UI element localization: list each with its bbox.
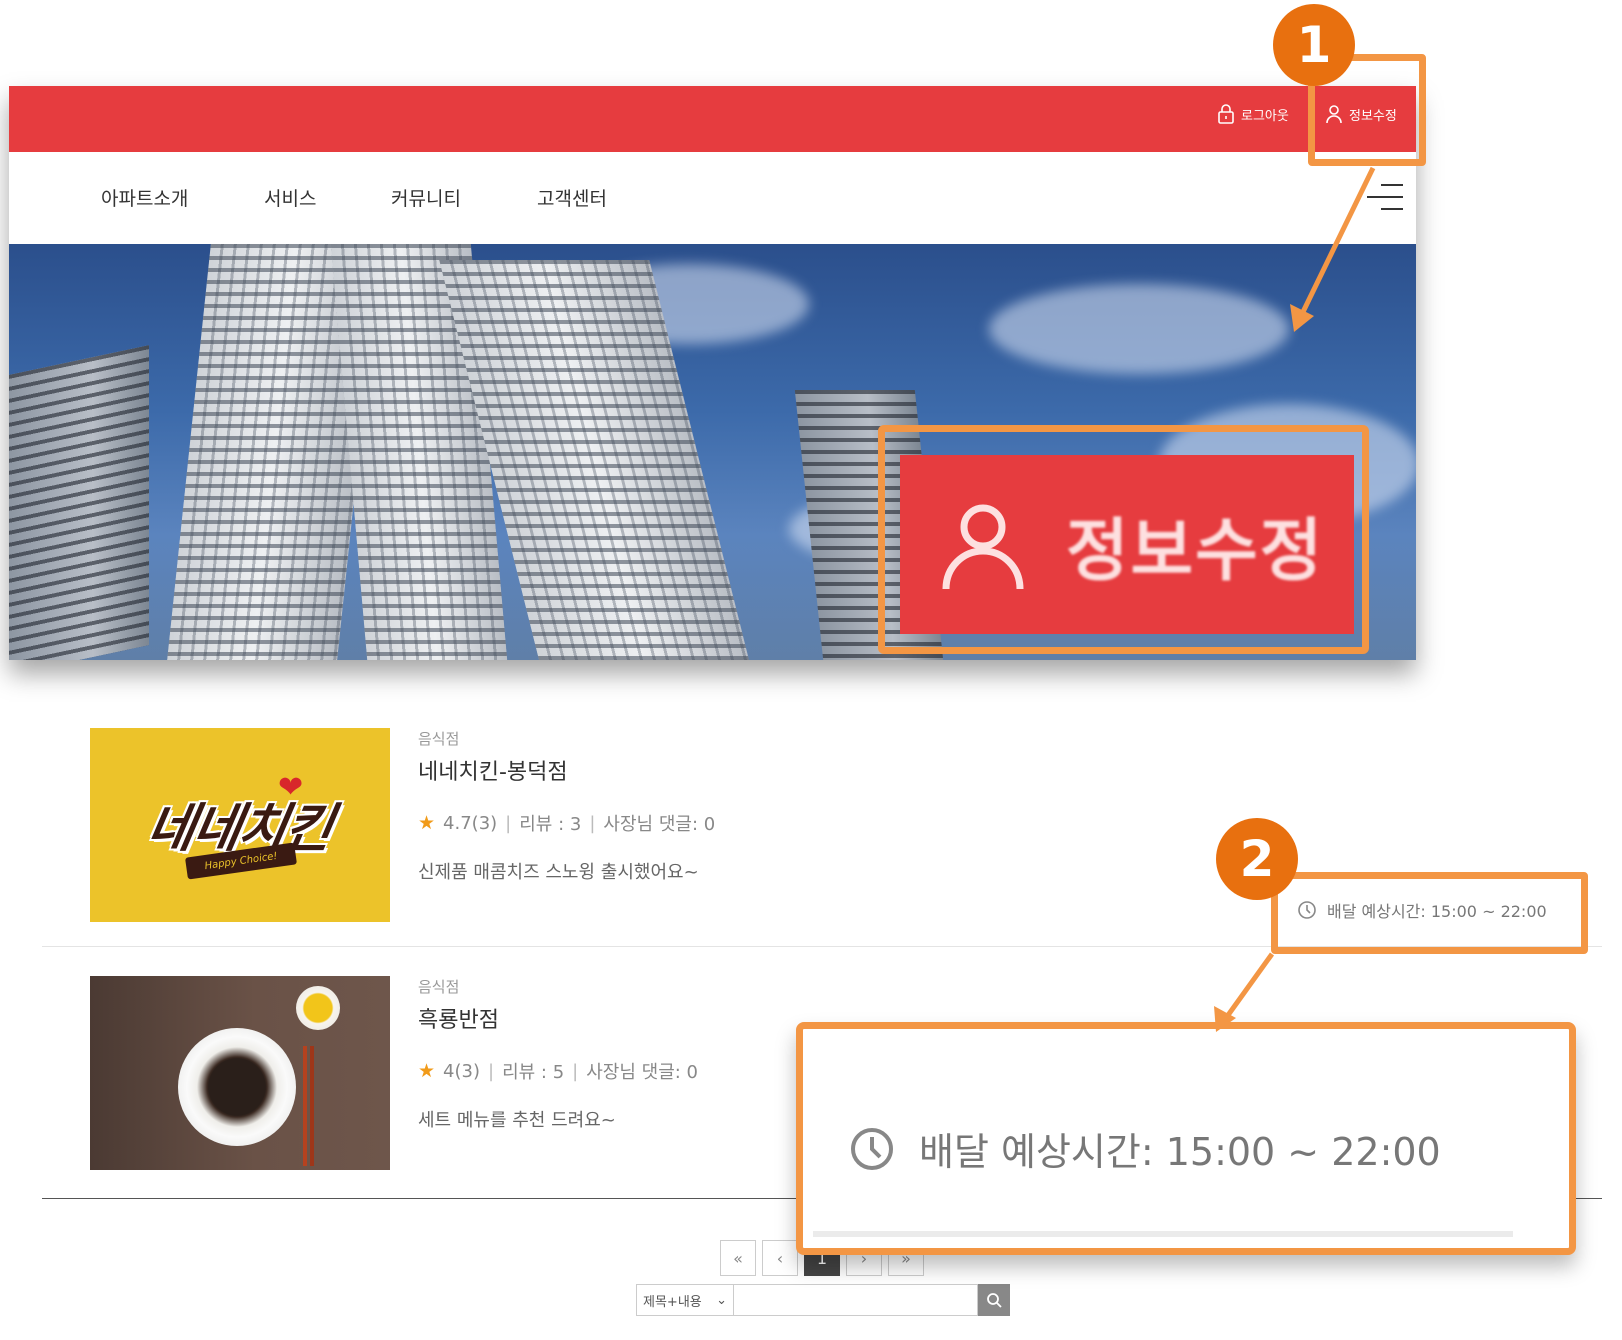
clock-icon — [851, 1127, 893, 1170]
zoomed-divider — [813, 1231, 1513, 1237]
highlight-box-delivery-time — [1271, 872, 1588, 954]
store-logo-image: ❤ 네네치킨 Happy Choice! — [90, 728, 390, 922]
zoomed-edit-profile-button: 정보수정 — [900, 455, 1354, 634]
search-icon — [987, 1293, 1002, 1308]
logout-label: 로그아웃 — [1241, 108, 1289, 124]
divider: | — [572, 1060, 579, 1082]
prev-page-button[interactable]: ‹ — [762, 1240, 798, 1276]
nav-item-community[interactable]: 커뮤니티 — [391, 184, 461, 211]
star-icon: ★ — [418, 812, 436, 834]
callout-zoom-edit-profile: 정보수정 — [878, 425, 1369, 654]
store-rating: 4.7(3) — [443, 812, 498, 834]
store-category: 음식점 — [418, 978, 460, 996]
store-owner-replies: 사장님 댓글: 0 — [586, 1062, 699, 1083]
zoomed-delivery-time-label: 배달 예상시간: 15:00 ~ 22:00 — [919, 1130, 1441, 1174]
store-food-image — [90, 976, 390, 1170]
store-meta: ★ 4(3) | 리뷰 : 5 | 사장님 댓글: 0 — [418, 1058, 698, 1084]
store-owner-replies: 사장님 댓글: 0 — [603, 814, 716, 835]
store-rating: 4(3) — [443, 1060, 480, 1082]
store-meta: ★ 4.7(3) | 리뷰 : 3 | 사장님 댓글: 0 — [418, 810, 715, 836]
step-badge-1: 1 — [1273, 4, 1355, 86]
brand-logo-text: 네네치킨 — [142, 798, 337, 859]
chopstick — [303, 1046, 307, 1166]
search-button[interactable] — [978, 1284, 1010, 1316]
store-name[interactable]: 흑룡반점 — [418, 1002, 499, 1034]
main-nav: 아파트소개 서비스 커뮤니티 고객센터 — [9, 152, 1416, 244]
lock-icon — [1218, 104, 1234, 124]
store-description: 세트 메뉴를 추천 드려요~ — [418, 1110, 616, 1131]
divider: | — [589, 812, 596, 834]
search-scope-select[interactable]: 제목+내용 ⌄ — [636, 1284, 734, 1316]
side-dish — [296, 986, 340, 1030]
nav-item-services[interactable]: 서비스 — [264, 184, 316, 211]
nav-item-customer-center[interactable]: 고객센터 — [537, 184, 607, 211]
store-review-count: 리뷰 : 3 — [519, 814, 582, 835]
search-scope-value: 제목+내용 — [643, 1294, 702, 1310]
chopstick — [310, 1046, 314, 1166]
callout-zoom-delivery-time: 배달 예상시간: 15:00 ~ 22:00 — [796, 1022, 1576, 1255]
store-description: 신제품 매콤치즈 스노윙 출시했어요~ — [418, 862, 699, 883]
star-icon: ★ — [418, 1060, 436, 1082]
search-input[interactable] — [734, 1284, 978, 1316]
user-icon — [942, 504, 1024, 589]
store-review-count: 리뷰 : 5 — [502, 1062, 565, 1083]
top-bar: 로그아웃 정보수정 — [9, 86, 1416, 152]
first-page-button[interactable]: « — [720, 1240, 756, 1276]
nav-item-apartment-intro[interactable]: 아파트소개 — [101, 184, 188, 211]
divider: | — [488, 1060, 495, 1082]
store-name[interactable]: 네네치킨-봉덕점 — [418, 754, 568, 786]
step-badge-2: 2 — [1216, 818, 1298, 900]
chevron-down-icon: ⌄ — [716, 1292, 727, 1308]
search-bar: 제목+내용 ⌄ — [636, 1284, 1010, 1316]
hamburger-icon[interactable] — [1367, 182, 1403, 214]
zoomed-delivery-time: 배달 예상시간: 15:00 ~ 22:00 — [849, 1121, 1441, 1176]
store-category: 음식점 — [418, 730, 460, 748]
zoomed-edit-profile-label: 정보수정 — [1066, 512, 1325, 591]
noodle-plate — [178, 1028, 296, 1146]
divider: | — [505, 812, 512, 834]
logout-link[interactable]: 로그아웃 — [1217, 104, 1289, 124]
website-screenshot: 로그아웃 정보수정 아파트소개 서비스 커뮤니티 고객센터 정보수정 — [9, 86, 1416, 660]
